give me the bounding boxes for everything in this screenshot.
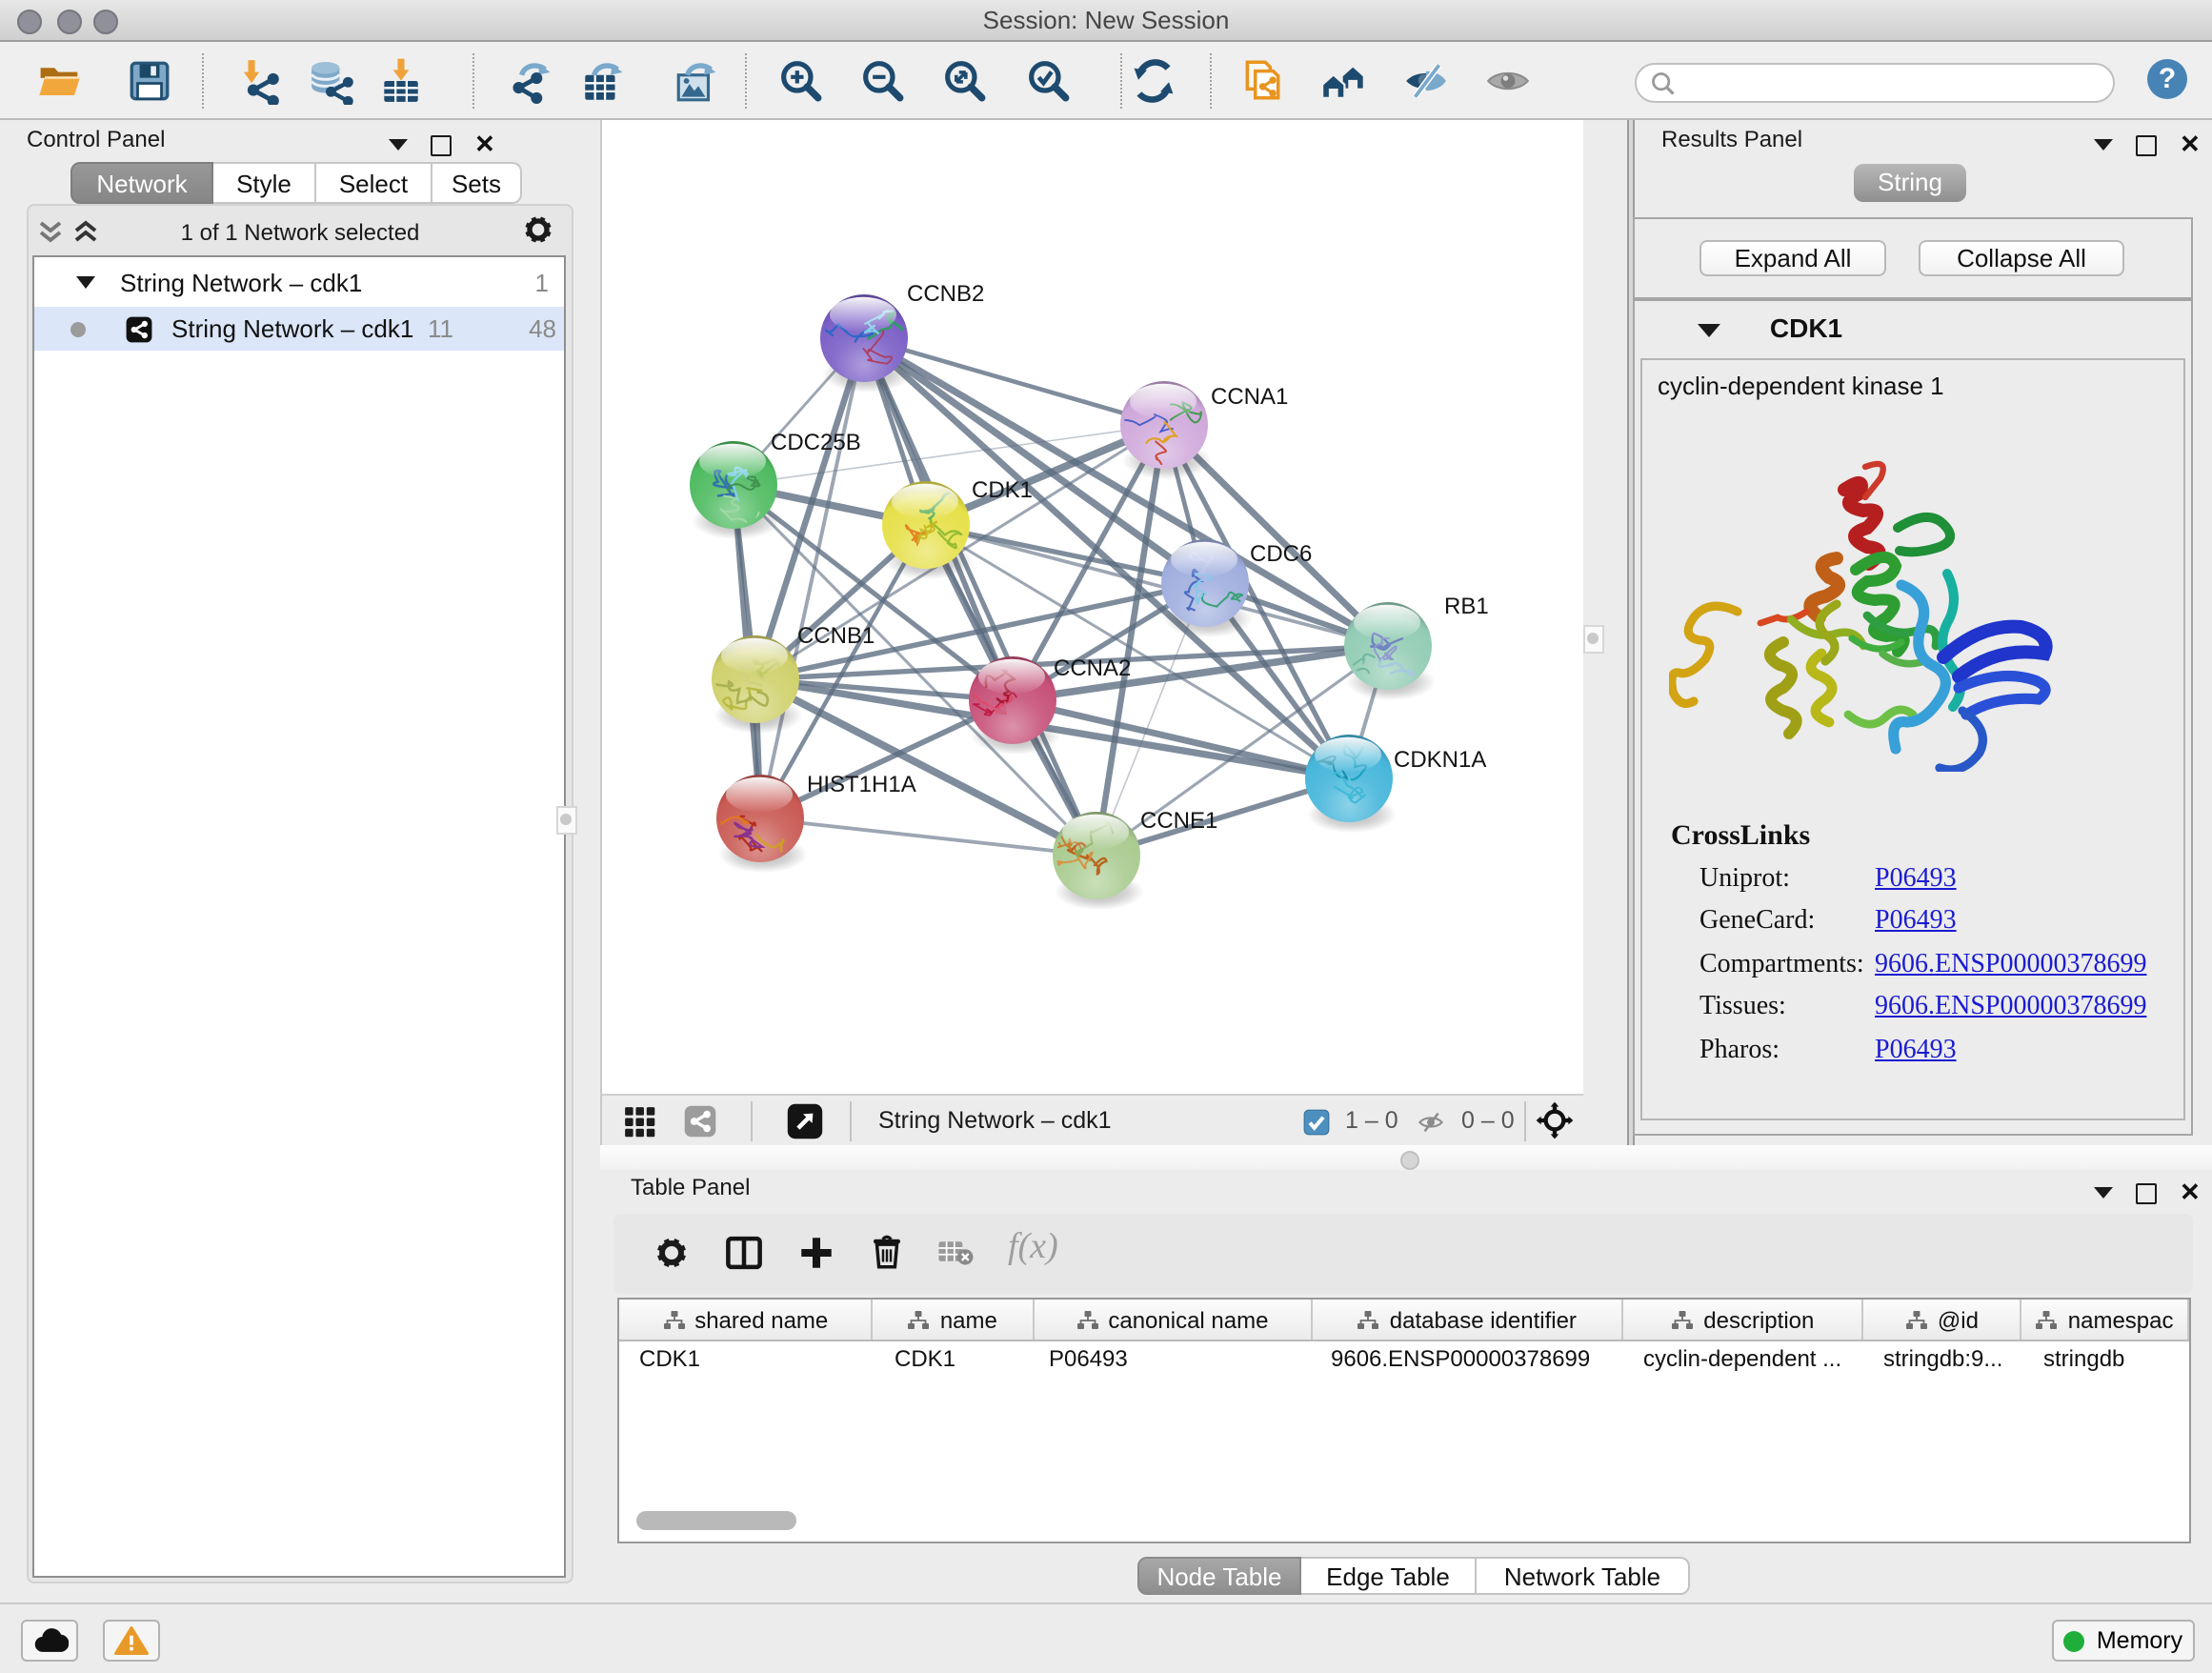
svg-text:CCNA2: CCNA2 bbox=[1054, 655, 1131, 681]
svg-text:RB1: RB1 bbox=[1444, 594, 1489, 619]
svg-text:CDKN1A: CDKN1A bbox=[1394, 747, 1486, 773]
svg-text:CDC6: CDC6 bbox=[1250, 541, 1312, 567]
svg-text:CCNA1: CCNA1 bbox=[1211, 384, 1288, 410]
svg-text:CDC25B: CDC25B bbox=[771, 430, 861, 455]
svg-text:CDK1: CDK1 bbox=[972, 477, 1033, 503]
svg-text:CCNB2: CCNB2 bbox=[907, 281, 984, 307]
svg-text:CCNB1: CCNB1 bbox=[797, 623, 875, 649]
svg-text:CCNE1: CCNE1 bbox=[1140, 808, 1217, 834]
svg-text:HIST1H1A: HIST1H1A bbox=[807, 772, 916, 797]
